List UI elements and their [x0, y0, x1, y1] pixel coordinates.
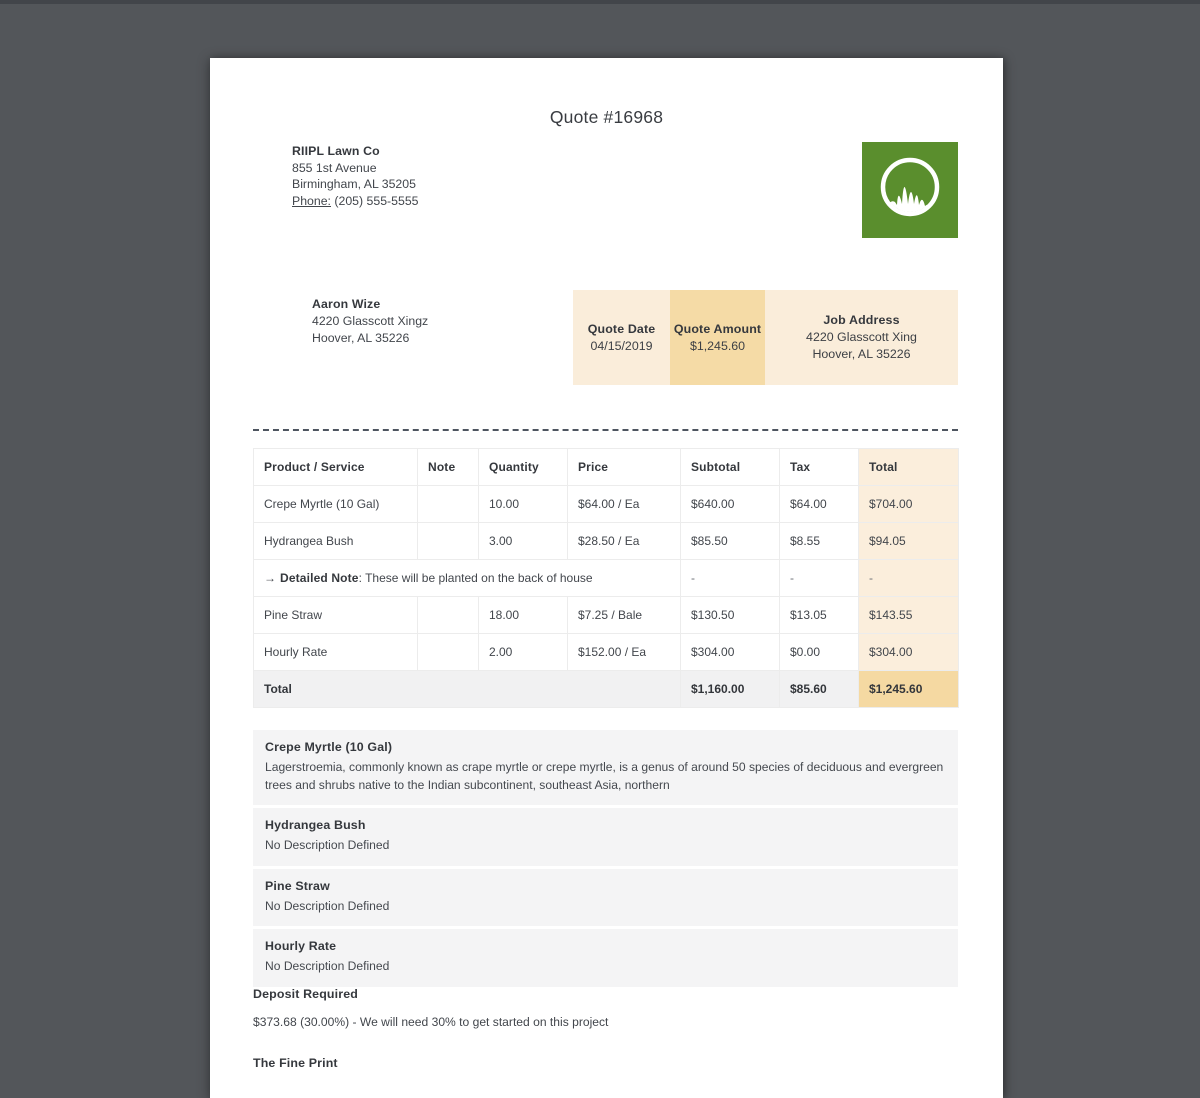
quote-date-label: Quote Date	[588, 321, 656, 338]
cell-price: $64.00 / Ea	[568, 486, 681, 523]
cell-note	[418, 523, 479, 560]
phone-label: Phone:	[292, 194, 331, 208]
job-address-line2: Hoover, AL 35226	[812, 346, 910, 363]
cell-quantity: 2.00	[479, 634, 568, 671]
job-address-label: Job Address	[823, 312, 899, 329]
cell-total: $94.05	[859, 523, 959, 560]
cell-tax: -	[780, 560, 859, 597]
cell-product: Hourly Rate	[254, 634, 418, 671]
quote-date-value: 04/15/2019	[590, 338, 652, 355]
header-total: Total	[859, 449, 959, 486]
table-row: Hydrangea Bush 3.00 $28.50 / Ea $85.50 $…	[254, 523, 959, 560]
company-info: RIIPL Lawn Co 855 1st Avenue Birmingham,…	[292, 143, 419, 209]
table-row: Pine Straw 18.00 $7.25 / Bale $130.50 $1…	[254, 597, 959, 634]
description-title: Hydrangea Bush	[265, 818, 946, 832]
job-address-box: Job Address 4220 Glasscott Xing Hoover, …	[765, 290, 958, 385]
cell-subtotal: $85.50	[681, 523, 780, 560]
cell-quantity: 18.00	[479, 597, 568, 634]
cell-subtotal: $304.00	[681, 634, 780, 671]
cell-note	[418, 486, 479, 523]
phone-value: (205) 555-5555	[334, 194, 418, 208]
company-name: RIIPL Lawn Co	[292, 143, 419, 160]
table-row: Crepe Myrtle (10 Gal) 10.00 $64.00 / Ea …	[254, 486, 959, 523]
cell-subtotal: $640.00	[681, 486, 780, 523]
header-price: Price	[568, 449, 681, 486]
header-quantity: Quantity	[479, 449, 568, 486]
description-text: No Description Defined	[265, 898, 946, 916]
fine-print-heading: The Fine Print	[253, 1056, 338, 1070]
cell-quantity: 10.00	[479, 486, 568, 523]
customer-address-line1: 4220 Glasscott Xingz	[312, 313, 428, 330]
description-text: No Description Defined	[265, 837, 946, 855]
cell-product: Crepe Myrtle (10 Gal)	[254, 486, 418, 523]
cell-tax: $13.05	[780, 597, 859, 634]
table-total-row: Total $1,160.00 $85.60 $1,245.60	[254, 671, 959, 708]
table-header-row: Product / Service Note Quantity Price Su…	[254, 449, 959, 486]
quote-amount-label: Quote Amount	[674, 321, 761, 338]
header-product: Product / Service	[254, 449, 418, 486]
description-block: Crepe Myrtle (10 Gal) Lagerstroemia, com…	[253, 730, 958, 805]
cell-subtotal: $130.50	[681, 597, 780, 634]
detailed-note-row: → Detailed Note: These will be planted on…	[254, 560, 959, 597]
cell-price: $7.25 / Bale	[568, 597, 681, 634]
company-address-line2: Birmingham, AL 35205	[292, 176, 419, 193]
cell-quantity: 3.00	[479, 523, 568, 560]
cell-product: Pine Straw	[254, 597, 418, 634]
cell-note	[418, 597, 479, 634]
customer-address-line2: Hoover, AL 35226	[312, 330, 428, 347]
total-tax: $85.60	[780, 671, 859, 708]
description-block: Hourly Rate No Description Defined	[253, 929, 958, 987]
cell-total: -	[859, 560, 959, 597]
grand-total: $1,245.60	[859, 671, 959, 708]
quote-amount-value: $1,245.60	[690, 338, 745, 355]
description-text: Lagerstroemia, commonly known as crape m…	[265, 759, 946, 794]
quote-info-boxes: Quote Date 04/15/2019 Quote Amount $1,24…	[573, 290, 958, 385]
dashed-separator	[253, 429, 958, 431]
job-address-line1: 4220 Glasscott Xing	[806, 329, 917, 346]
page-title: Quote #16968	[210, 107, 1003, 128]
arrow-right-icon: →	[264, 571, 276, 585]
description-block: Pine Straw No Description Defined	[253, 869, 958, 927]
total-subtotal: $1,160.00	[681, 671, 780, 708]
cell-subtotal: -	[681, 560, 780, 597]
header-subtotal: Subtotal	[681, 449, 780, 486]
deposit-required-heading: Deposit Required	[253, 987, 358, 1001]
total-label: Total	[254, 671, 681, 708]
cell-price: $28.50 / Ea	[568, 523, 681, 560]
top-border	[0, 0, 1200, 4]
company-address-line1: 855 1st Avenue	[292, 160, 419, 177]
description-title: Pine Straw	[265, 879, 946, 893]
customer-info: Aaron Wize 4220 Glasscott Xingz Hoover, …	[312, 296, 428, 347]
description-text: No Description Defined	[265, 958, 946, 976]
line-items-table: Product / Service Note Quantity Price Su…	[253, 448, 959, 708]
cell-tax: $64.00	[780, 486, 859, 523]
description-block: Hydrangea Bush No Description Defined	[253, 808, 958, 866]
cell-price: $152.00 / Ea	[568, 634, 681, 671]
grass-logo-icon	[862, 142, 958, 238]
description-title: Hourly Rate	[265, 939, 946, 953]
product-descriptions: Crepe Myrtle (10 Gal) Lagerstroemia, com…	[253, 730, 958, 990]
header-note: Note	[418, 449, 479, 486]
cell-tax: $8.55	[780, 523, 859, 560]
table-row: Hourly Rate 2.00 $152.00 / Ea $304.00 $0…	[254, 634, 959, 671]
quote-document-page: Quote #16968 RIIPL Lawn Co 855 1st Avenu…	[210, 58, 1003, 1098]
description-title: Crepe Myrtle (10 Gal)	[265, 740, 946, 754]
detailed-note-label: Detailed Note	[280, 571, 359, 585]
quote-date-box: Quote Date 04/15/2019	[573, 290, 670, 385]
cell-total: $304.00	[859, 634, 959, 671]
customer-name: Aaron Wize	[312, 296, 428, 313]
header-tax: Tax	[780, 449, 859, 486]
cell-tax: $0.00	[780, 634, 859, 671]
cell-total: $704.00	[859, 486, 959, 523]
cell-note	[418, 634, 479, 671]
cell-total: $143.55	[859, 597, 959, 634]
quote-amount-box: Quote Amount $1,245.60	[670, 290, 765, 385]
deposit-required-text: $373.68 (30.00%) - We will need 30% to g…	[253, 1015, 608, 1029]
company-phone-line: Phone: (205) 555-5555	[292, 193, 419, 210]
detailed-note-text: : These will be planted on the back of h…	[359, 571, 593, 585]
detailed-note-cell: → Detailed Note: These will be planted on…	[254, 560, 681, 597]
cell-product: Hydrangea Bush	[254, 523, 418, 560]
